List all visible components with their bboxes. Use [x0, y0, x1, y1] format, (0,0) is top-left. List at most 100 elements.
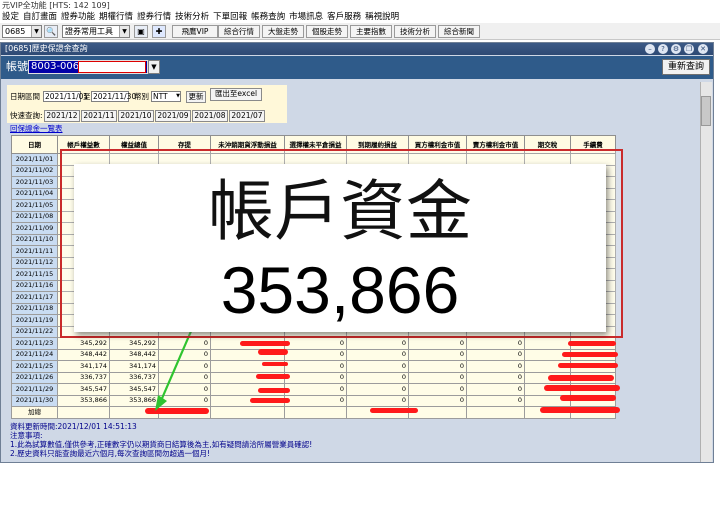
redaction-mark: [240, 341, 290, 346]
notice-item-1: 1.此為試算數值,僅供參考,正確數字仍以期貨商日結算後為主,如有疑問請洽所屬營業…: [10, 440, 313, 449]
menu-item[interactable]: 證券功能: [61, 11, 99, 23]
date-cell: 2021/11/09: [11, 222, 58, 235]
value-cell: 0: [346, 360, 409, 373]
refresh-query-button[interactable]: 重新查詢: [662, 59, 710, 75]
value-cell: 0: [284, 383, 347, 396]
value-cell: 0: [466, 337, 525, 350]
menu-item[interactable]: 下單回報: [213, 11, 251, 23]
search-icon[interactable]: 🔍: [44, 25, 58, 38]
toolbar-button-quote[interactable]: 綜合行情: [218, 25, 260, 38]
month-button-2021-10[interactable]: 2021/10: [118, 110, 154, 122]
redaction-mark: [562, 352, 618, 357]
redaction-mark: [560, 395, 616, 401]
callout-label: 帳戶資金: [208, 173, 472, 250]
date-cell: 2021/11/12: [11, 256, 58, 269]
menu-item[interactable]: 帳務查詢: [251, 11, 289, 23]
account-name-redacted: [78, 61, 146, 73]
back-to-summary-link[interactable]: 回保證金一覽表: [10, 123, 63, 134]
update-time-note: 資料更新時間:2021/12/01 14:51:13: [10, 422, 137, 431]
chat-icon[interactable]: ▣: [134, 25, 148, 38]
menu-item[interactable]: 稱視說明: [365, 11, 403, 23]
chevron-down-icon[interactable]: ▼: [148, 60, 160, 74]
date-cell: 2021/11/10: [11, 233, 58, 246]
menu-item[interactable]: 技術分析: [175, 11, 213, 23]
currency-value: NTT: [153, 92, 168, 101]
help-icon[interactable]: ?: [658, 44, 668, 54]
toolbar-button-stock-trend[interactable]: 個股走勢: [306, 25, 348, 38]
minimize-icon[interactable]: –: [645, 44, 655, 54]
table-row[interactable]: 2021/11/24 348,442 348,442 0 0 0 0 0: [11, 348, 616, 361]
table-row[interactable]: 2021/11/25 341,174 341,174 0 0 0 0 0: [11, 360, 616, 373]
redaction-mark: [544, 385, 620, 391]
toolbar-button-news[interactable]: 綜合新聞: [438, 25, 480, 38]
chevron-down-icon[interactable]: ▼: [119, 26, 129, 37]
toolbar-button-index-trend[interactable]: 大盤走勢: [262, 25, 304, 38]
chevron-down-icon[interactable]: ▼: [176, 92, 180, 101]
date-cell: 2021/11/15: [11, 268, 58, 281]
toolbar-button-technical[interactable]: 技術分析: [394, 25, 436, 38]
table-row[interactable]: 2021/11/30 353,866 353,866 0 0 0 0 0: [11, 394, 616, 407]
value-cell: 0: [346, 394, 409, 407]
value-cell: 0: [346, 371, 409, 384]
symbol-combo[interactable]: 0685 ▼: [2, 25, 42, 38]
restore-icon[interactable]: ❐: [684, 44, 694, 54]
arrow-annotation-icon: [155, 328, 194, 411]
redaction-mark: [568, 341, 616, 346]
currency-select[interactable]: NTT ▼: [151, 91, 181, 102]
sum-cell: [57, 406, 110, 419]
value-cell: 341,174: [57, 360, 110, 373]
symbol-value: 0685: [5, 27, 26, 36]
value-cell: 0: [466, 360, 525, 373]
table-row[interactable]: 2021/11/29 345,547 345,547 0 0 0 0 0: [11, 383, 616, 396]
month-button-2021-11[interactable]: 2021/11: [81, 110, 117, 122]
end-date-field[interactable]: 2021/11/30: [91, 91, 136, 102]
value-cell: [524, 337, 571, 350]
scrollbar-thumb[interactable]: [701, 96, 711, 126]
month-button-2021-09[interactable]: 2021/09: [155, 110, 191, 122]
toolbar-button-major-index[interactable]: 主要指數: [350, 25, 392, 38]
menu-bar: 設定 自訂畫面 證券功能 期權行情 證券行情 技術分析 下單回報 帳務查詢 市場訊息 客戶服務 稱視…: [0, 11, 720, 23]
value-cell: 336,737: [57, 371, 110, 384]
update-button[interactable]: 更新: [186, 91, 206, 103]
tool-combo[interactable]: 證券常用工具 ▼: [62, 25, 130, 38]
date-cell: 2021/11/29: [11, 383, 58, 396]
value-cell: 0: [346, 383, 409, 396]
menu-item[interactable]: 期權行情: [99, 11, 137, 23]
column-header[interactable]: 日期: [11, 135, 58, 154]
export-excel-button[interactable]: 匯出至excel: [210, 88, 262, 101]
value-cell: 0: [408, 394, 467, 407]
menu-item[interactable]: 證券行情: [137, 11, 175, 23]
table-row[interactable]: 2021/11/23 345,292 345,292 0 0 0 0 0: [11, 337, 616, 350]
close-icon[interactable]: ✕: [698, 44, 708, 54]
tool-combo-value: 證券常用工具: [65, 27, 113, 36]
chevron-down-icon[interactable]: ▼: [31, 26, 41, 37]
toolbar-button-vip[interactable]: 飛鷹VIP: [172, 25, 218, 38]
currency-label: 幣別: [134, 92, 149, 101]
add-window-icon[interactable]: ✚: [152, 25, 166, 38]
redaction-mark: [256, 374, 290, 379]
redaction-mark: [258, 388, 290, 393]
settings-icon[interactable]: ⚙: [671, 44, 681, 54]
callout-value: 353,866: [220, 253, 460, 327]
sum-cell: [210, 406, 285, 419]
menu-item[interactable]: 客戶服務: [327, 11, 365, 23]
vertical-scrollbar[interactable]: [700, 82, 712, 462]
table-row[interactable]: 2021/11/26 336,737 336,737 0 0 0 0 0: [11, 371, 616, 384]
month-button-2021-12[interactable]: 2021/12: [44, 110, 80, 122]
redaction-mark: [262, 362, 288, 366]
date-cell: 2021/11/04: [11, 187, 58, 200]
menu-item[interactable]: 自訂畫面: [23, 11, 61, 23]
date-cell: 2021/11/22: [11, 325, 58, 338]
value-cell: 353,866: [57, 394, 110, 407]
value-cell: 345,292: [57, 337, 110, 350]
redaction-mark: [540, 407, 620, 413]
date-cell: 2021/11/17: [11, 291, 58, 304]
menu-item[interactable]: 設定: [2, 11, 23, 23]
date-cell: 2021/11/26: [11, 371, 58, 384]
month-button-2021-08[interactable]: 2021/08: [192, 110, 228, 122]
menu-item[interactable]: 市場訊息: [289, 11, 327, 23]
redaction-mark: [250, 398, 290, 403]
value-cell: 0: [284, 371, 347, 384]
start-date-field[interactable]: 2021/11/01: [43, 91, 88, 102]
month-button-2021-07[interactable]: 2021/07: [229, 110, 265, 122]
